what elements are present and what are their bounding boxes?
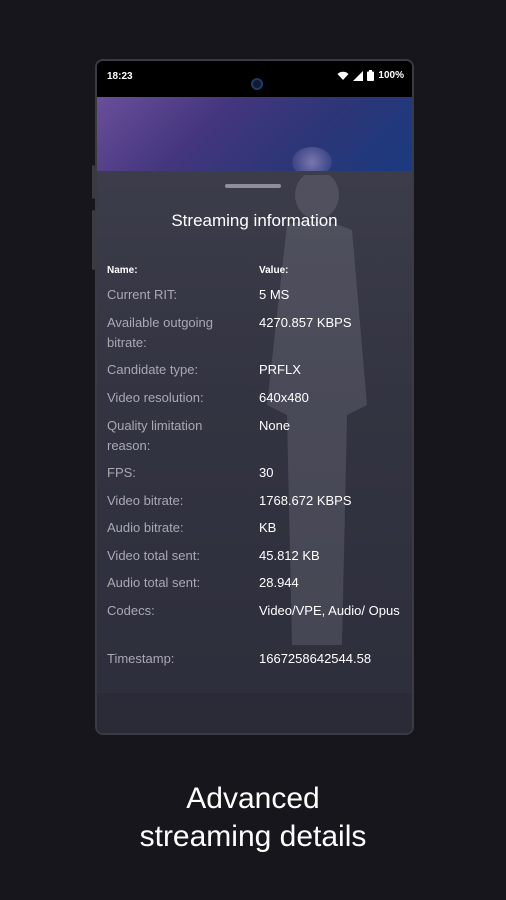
header-value: Value: (259, 265, 289, 276)
drag-handle[interactable] (225, 184, 281, 188)
info-value: 30 (259, 465, 274, 480)
info-label: Audio total sent: (107, 575, 201, 590)
promo-caption: Advanced streaming details (0, 780, 506, 856)
status-icons: 100% (337, 70, 404, 81)
streaming-info-sheet[interactable]: Streaming information Name: Value: Curre… (97, 171, 412, 733)
info-label: Video resolution: (107, 390, 204, 405)
info-label: Candidate type: (107, 362, 199, 377)
front-camera (251, 78, 263, 90)
video-preview (97, 97, 412, 177)
info-label: Video total sent: (107, 548, 200, 563)
signal-icon (353, 70, 364, 81)
info-value: None (259, 418, 291, 433)
status-bar: 18:23 100% (97, 61, 412, 97)
info-value: 45.812 KB (259, 548, 320, 563)
sheet-title: Streaming information (171, 211, 338, 230)
phone-frame: 18:23 100% Streaming information Name: V… (95, 59, 414, 735)
info-label: Timestamp: (107, 651, 175, 666)
info-label: Current RIT: (107, 287, 178, 302)
info-label: Audio bitrate: (107, 520, 184, 535)
info-label: FPS: (107, 465, 136, 480)
info-value: Video/VPE, Audio/ Opus (259, 603, 400, 618)
info-value: 5 MS (259, 287, 290, 302)
caption-line-1: Advanced (186, 782, 320, 815)
info-label: Codecs: (107, 603, 155, 618)
caption-line-2: streaming details (139, 820, 367, 853)
app-screen: Streaming information Name: Value: Curre… (97, 97, 412, 733)
status-time: 18:23 (107, 71, 133, 82)
info-value: 1768.672 KBPS (259, 493, 352, 508)
info-value: 28.944 (259, 575, 299, 590)
wifi-icon (337, 71, 349, 80)
header-name: Name: (107, 265, 138, 276)
info-value: 4270.857 KBPS (259, 315, 352, 330)
battery-percent: 100% (378, 70, 404, 81)
info-label: Video bitrate: (107, 493, 184, 508)
info-value: 1667258642544.58 (259, 651, 372, 666)
promo-page: 18:23 100% Streaming information Name: V… (0, 0, 506, 900)
info-value: 640x480 (259, 390, 309, 405)
battery-icon (367, 70, 375, 81)
info-label: Available outgoing bitrate: (107, 315, 214, 350)
bottom-bar (97, 693, 412, 733)
info-label: Quality limitation reason: (107, 418, 203, 453)
info-value: KB (259, 520, 277, 535)
info-value: PRFLX (259, 362, 301, 377)
